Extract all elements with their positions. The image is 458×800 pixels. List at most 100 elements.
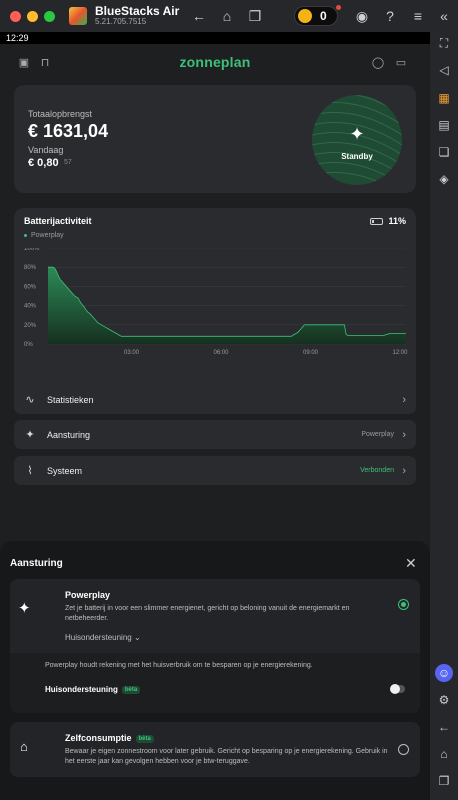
discord-icon[interactable]: ☺ xyxy=(435,664,453,682)
app-title: BlueStacks Air 5.21.705.7515 xyxy=(95,4,179,27)
pulse-icon: ⌇ xyxy=(27,465,33,477)
legend-label: Powerplay xyxy=(31,232,64,239)
close-window-button[interactable] xyxy=(10,10,21,22)
today-label: Vandaag xyxy=(28,145,64,155)
zonneplan-logo: zonneplan xyxy=(179,54,251,70)
huisondersteuning-note: Powerplay houdt rekening met het huisver… xyxy=(45,662,313,669)
battery-activity-title: Batterijactiviteit xyxy=(24,216,92,226)
app-header: ▣ ⊓ zonneplan ◯ ▭ xyxy=(0,44,430,80)
keyboard-icon[interactable]: ▦ xyxy=(435,89,453,107)
menu-icon[interactable]: ≡ xyxy=(409,7,427,25)
aansturing-bottom-sheet: Aansturing ✕ ✦ Powerplay Zet je batterij… xyxy=(0,541,430,800)
trend-line-icon: ∿ xyxy=(25,394,35,406)
today-value: € 0,80 xyxy=(28,157,59,169)
settings-icon[interactable]: ⚙ xyxy=(435,691,453,709)
android-screen: 12:29 ▣ ⊓ zonneplan ◯ ▭ Totaalopbrengst … xyxy=(0,32,430,800)
help-icon[interactable]: ? xyxy=(381,7,399,25)
today-value-decimals: 57 xyxy=(64,159,72,166)
huisondersteuning-label: Huisondersteuning bèta xyxy=(45,685,141,694)
side-toolbar: ⛶ ◁ ▦ ▤ ❏ ◈ ☺ ⚙ ← ⌂ ❐ xyxy=(430,32,458,800)
traffic-lights xyxy=(10,10,55,22)
nav-row-systeem[interactable]: ⌇ Systeem Verbonden › xyxy=(14,456,416,485)
battery-activity-card[interactable]: Batterijactiviteit Powerplay 11% 0% 20% 40… xyxy=(14,208,416,410)
notification-dot xyxy=(336,5,341,10)
nav-row-label: Aansturing xyxy=(47,429,91,440)
zelfconsumptie-radio[interactable] xyxy=(398,744,409,755)
battery-percentage-value: 11% xyxy=(388,216,406,226)
beta-badge: bèta xyxy=(121,685,141,694)
option-powerplay[interactable]: ✦ Powerplay Zet je batterij in voor een … xyxy=(10,579,420,713)
nav-row-aansturing[interactable]: ✦ Aansturing Powerplay › xyxy=(14,420,416,449)
status-time: 12:29 xyxy=(6,33,29,43)
legend-dot xyxy=(24,233,27,237)
chat-icon[interactable]: ▭ xyxy=(394,56,408,70)
nav-row-status: Verbonden xyxy=(360,467,394,474)
chevron-right-icon: › xyxy=(402,464,406,477)
back-arrow-icon[interactable]: ← xyxy=(190,7,208,25)
y-tick-label: 80% xyxy=(24,265,37,271)
fullscreen-icon[interactable]: ⛶ xyxy=(435,34,453,52)
status-bar: 12:29 xyxy=(0,32,430,44)
profile-icon[interactable]: ◯ xyxy=(371,56,385,70)
volume-icon[interactable]: ◁ xyxy=(435,61,453,79)
window-titlebar: BlueStacks Air 5.21.705.7515 ← ⌂ ❐ 0 ◉ ?… xyxy=(0,0,458,32)
huisondersteuning-toggle[interactable] xyxy=(390,684,405,694)
battery-icon xyxy=(370,217,384,225)
sparkle-icon: ✦ xyxy=(25,429,35,441)
total-earnings-value: € 1631,04 xyxy=(28,121,109,141)
option-description: Bewaar je eigen zonnestroom voor later g… xyxy=(65,748,388,765)
x-tick-label: 09:00 xyxy=(303,350,319,356)
x-tick-label: 12:00 xyxy=(392,350,408,356)
option-title: Zelfconsumptie bèta xyxy=(65,733,154,743)
recents-icon[interactable]: ❐ xyxy=(435,772,453,790)
multi-instance-icon[interactable]: ❏ xyxy=(435,143,453,161)
nav-row-statistieken[interactable]: ∿ Statistieken › xyxy=(14,385,416,414)
app-version: 5.21.705.7515 xyxy=(95,17,147,27)
nav-row-label: Statistieken xyxy=(47,394,94,405)
huisondersteuning-panel: Powerplay houdt rekening met het huisver… xyxy=(10,653,420,713)
maximize-window-button[interactable] xyxy=(44,10,55,22)
collapse-icon[interactable]: « xyxy=(435,7,453,25)
battery-percentage: 11% xyxy=(370,216,406,226)
minimize-window-button[interactable] xyxy=(27,10,38,22)
powerplay-radio[interactable] xyxy=(398,599,409,610)
close-icon[interactable]: ✕ xyxy=(405,555,417,572)
sparkle-icon: ✦ xyxy=(18,600,31,617)
beta-badge: bèta xyxy=(135,734,154,743)
nav-row-label: Systeem xyxy=(47,465,83,476)
chart-legend: Powerplay xyxy=(24,232,64,239)
earnings-card[interactable]: Totaalopbrengst € 1631,04 Vandaag € 0,80… xyxy=(14,85,416,193)
coin-balance[interactable]: 0 xyxy=(294,6,338,26)
huisondersteuning-label-text: Huisondersteuning xyxy=(45,685,118,694)
option-zelfconsumptie[interactable]: ⌂ Zelfconsumptie bèta Bewaar je eigen zon… xyxy=(10,722,420,777)
huisondersteuning-dropdown[interactable]: Huisondersteuning ⌄ xyxy=(65,633,141,642)
option-title-text: Zelfconsumptie xyxy=(65,733,132,743)
sparkle-icon: ✦ xyxy=(349,124,365,144)
house-icon: ⌂ xyxy=(20,739,28,754)
dropdown-label: Huisondersteuning xyxy=(65,633,132,642)
home-icon[interactable]: ⌂ xyxy=(218,7,236,25)
option-description: Zet je batterij in voor een slimmer ener… xyxy=(65,605,350,622)
y-tick-label: 0% xyxy=(24,342,33,348)
y-tick-label: 100% xyxy=(24,248,40,252)
battery-status-circle[interactable]: ✦ Standby xyxy=(312,95,402,185)
y-tick-label: 20% xyxy=(24,323,37,329)
account-icon[interactable]: ◉ xyxy=(353,7,371,25)
x-tick-label: 06:00 xyxy=(213,350,229,356)
x-tick-label: 03:00 xyxy=(124,350,140,356)
chevron-right-icon: › xyxy=(402,393,406,406)
total-earnings-label: Totaalopbrengst xyxy=(28,109,93,119)
coin-icon xyxy=(298,9,312,23)
y-tick-label: 60% xyxy=(24,284,37,290)
chevron-right-icon: › xyxy=(402,428,406,441)
recent-apps-icon[interactable]: ❐ xyxy=(246,7,264,25)
chevron-down-icon: ⌄ xyxy=(133,633,141,642)
option-title: Powerplay xyxy=(65,590,111,600)
battery-status-label: Standby xyxy=(341,152,373,161)
layers-icon[interactable]: ◈ xyxy=(435,170,453,188)
coin-count: 0 xyxy=(320,9,327,23)
back-icon[interactable]: ← xyxy=(435,718,453,736)
apk-icon[interactable]: ▤ xyxy=(435,116,453,134)
y-tick-label: 40% xyxy=(24,304,37,310)
home-icon[interactable]: ⌂ xyxy=(435,745,453,763)
